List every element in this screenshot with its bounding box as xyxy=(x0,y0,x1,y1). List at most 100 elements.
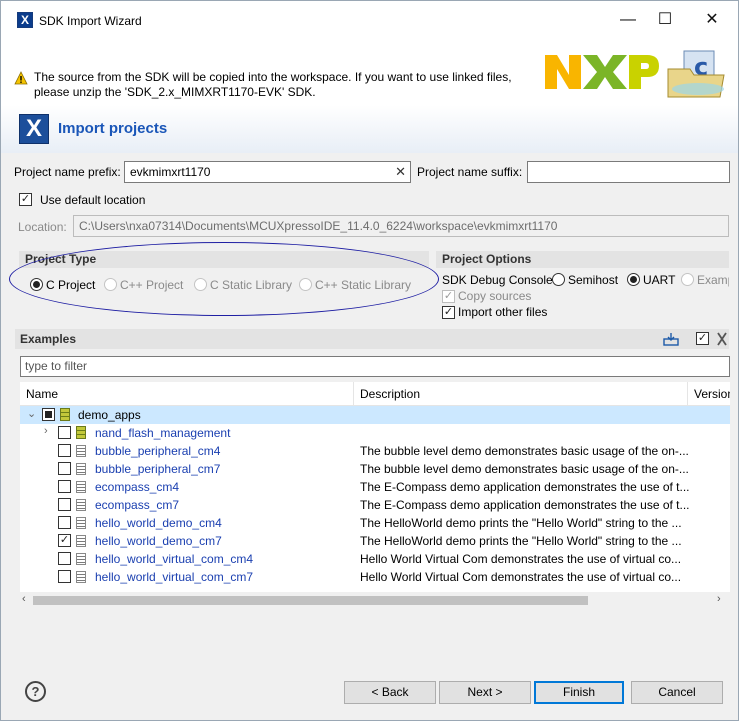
location-value: C:\Users\nxa07314\Documents\MCUXpressoID… xyxy=(79,219,558,233)
table-row[interactable]: › nand_flash_management xyxy=(20,424,730,442)
row-name: bubble_peripheral_cm7 xyxy=(95,462,221,476)
table-row[interactable]: bubble_peripheral_cm4 The bubble level d… xyxy=(20,442,730,460)
table-row[interactable]: hello_world_demo_cm4 The HelloWorld demo… xyxy=(20,514,730,532)
use-default-location-checkbox[interactable]: ✓ xyxy=(19,193,32,206)
row-checkbox[interactable] xyxy=(58,570,71,583)
column-version[interactable]: Version xyxy=(688,382,730,406)
warning-message: The source from the SDK will be copied i… xyxy=(34,70,512,99)
row-name: hello_world_demo_cm4 xyxy=(95,516,222,530)
scroll-right-icon[interactable]: › xyxy=(717,593,721,605)
example-radio[interactable] xyxy=(681,273,694,286)
location-input[interactable]: C:\Users\nxa07314\Documents\MCUXpressoID… xyxy=(73,215,729,237)
file-icon xyxy=(76,517,86,529)
chevron-down-icon[interactable]: ⌄ xyxy=(27,407,36,420)
table-row[interactable]: bubble_peripheral_cm7 The bubble level d… xyxy=(20,460,730,478)
file-icon xyxy=(76,445,86,457)
window-title: SDK Import Wizard xyxy=(39,14,142,28)
select-all-icon[interactable]: ✓ xyxy=(696,332,709,345)
row-checkbox[interactable] xyxy=(42,408,55,421)
row-description: The E-Compass demo application demonstra… xyxy=(360,498,690,512)
filter-placeholder: type to filter xyxy=(25,359,88,373)
horizontal-scrollbar[interactable]: ‹ › xyxy=(20,592,730,609)
import-examples-icon[interactable] xyxy=(663,332,679,346)
prefix-label: Project name prefix: xyxy=(14,165,121,179)
clear-icon[interactable]: ✕ xyxy=(395,164,406,180)
import-other-files-checkbox[interactable]: ✓ xyxy=(442,306,455,319)
location-label: Location: xyxy=(18,220,67,234)
prefix-value: evkmimxrt1170 xyxy=(130,165,211,179)
scroll-left-icon[interactable]: ‹ xyxy=(22,593,26,605)
next-button[interactable]: Next > xyxy=(439,681,531,704)
file-icon xyxy=(76,553,86,565)
uart-radio[interactable] xyxy=(627,273,640,286)
row-description: The bubble level demo demonstrates basic… xyxy=(360,444,689,458)
suffix-input[interactable] xyxy=(527,161,730,183)
help-button[interactable]: ? xyxy=(25,681,46,702)
file-icon xyxy=(76,463,86,475)
table-row[interactable]: hello_world_virtual_com_cm4 Hello World … xyxy=(20,550,730,568)
column-description[interactable]: Description xyxy=(354,382,688,406)
row-checkbox[interactable] xyxy=(58,516,71,529)
table-row[interactable]: ⌄ demo_apps xyxy=(20,406,730,424)
sdk-import-wizard-window: X SDK Import Wizard — ☐ ✕ The source fro… xyxy=(0,0,739,721)
row-name: hello_world_virtual_com_cm4 xyxy=(95,552,254,566)
debug-console-label: SDK Debug Console xyxy=(442,273,553,287)
row-checkbox[interactable] xyxy=(58,498,71,511)
file-icon xyxy=(76,499,86,511)
row-name: hello_world_demo_cm7 xyxy=(95,534,222,548)
page-title: Import projects xyxy=(58,120,168,137)
table-row[interactable]: hello_world_virtual_com_cm7 Hello World … xyxy=(20,568,730,586)
row-description: The HelloWorld demo prints the "Hello Wo… xyxy=(360,534,682,548)
import-icon: X xyxy=(19,114,49,144)
file-icon xyxy=(76,535,86,547)
row-checkbox[interactable] xyxy=(58,462,71,475)
scrollbar-thumb[interactable] xyxy=(33,596,588,605)
project-options-header: Project Options xyxy=(436,251,729,268)
nxp-logo xyxy=(545,55,659,89)
clear-selection-icon[interactable] xyxy=(715,331,729,347)
copy-sources-checkbox[interactable]: ✓ xyxy=(442,290,455,303)
use-default-location-label: Use default location xyxy=(40,193,146,207)
maximize-button[interactable]: ☐ xyxy=(650,7,680,33)
semihost-label: Semihost xyxy=(568,273,619,287)
row-checkbox[interactable] xyxy=(58,552,71,565)
row-description: Hello World Virtual Com demonstrates the… xyxy=(360,552,682,566)
minimize-button[interactable]: — xyxy=(613,7,643,33)
prefix-input[interactable]: evkmimxrt1170 ✕ xyxy=(124,161,411,183)
chevron-right-icon[interactable]: › xyxy=(44,425,48,437)
table-row[interactable]: ecompass_cm4 The E-Compass demo applicat… xyxy=(20,478,730,496)
examples-table-header: Name Description Version xyxy=(20,382,730,406)
table-row[interactable]: ✓ hello_world_demo_cm7 The HelloWorld de… xyxy=(20,532,730,550)
row-checkbox[interactable]: ✓ xyxy=(58,534,71,547)
examples-header: Examples xyxy=(20,332,77,346)
suffix-label: Project name suffix: xyxy=(417,165,523,179)
warning-icon xyxy=(14,71,28,85)
import-other-files-label: Import other files xyxy=(458,305,548,319)
cancel-button[interactable]: Cancel xyxy=(631,681,723,704)
row-name: hello_world_virtual_com_cm7 xyxy=(95,570,254,584)
copy-sources-label: Copy sources xyxy=(458,289,532,303)
row-description: The E-Compass demo application demonstra… xyxy=(360,480,690,494)
package-icon xyxy=(76,426,86,439)
close-button[interactable]: ✕ xyxy=(697,7,727,33)
semihost-radio[interactable] xyxy=(552,273,565,286)
row-name: bubble_peripheral_cm4 xyxy=(95,444,221,458)
row-checkbox[interactable] xyxy=(58,444,71,457)
examples-table: ⌄ demo_apps › nand_flash_management bubb… xyxy=(20,406,730,592)
app-icon: X xyxy=(17,12,33,28)
row-name: ecompass_cm4 xyxy=(95,480,180,494)
column-name[interactable]: Name xyxy=(20,382,354,406)
c-project-folder-icon: c xyxy=(667,50,725,98)
row-checkbox[interactable] xyxy=(58,480,71,493)
table-row[interactable]: ecompass_cm7 The E-Compass demo applicat… xyxy=(20,496,730,514)
back-button[interactable]: < Back xyxy=(344,681,436,704)
finish-button[interactable]: Finish xyxy=(534,681,624,704)
filter-input[interactable]: type to filter xyxy=(20,356,730,377)
examples-header-bar: Examples ✓ xyxy=(15,329,729,349)
row-checkbox[interactable] xyxy=(58,426,71,439)
annotation-ellipse xyxy=(9,242,439,316)
file-icon xyxy=(76,571,86,583)
wizard-header: The source from the SDK will be copied i… xyxy=(1,41,738,153)
row-description: The HelloWorld demo prints the "Hello Wo… xyxy=(360,516,682,530)
row-name: nand_flash_management xyxy=(95,426,231,440)
